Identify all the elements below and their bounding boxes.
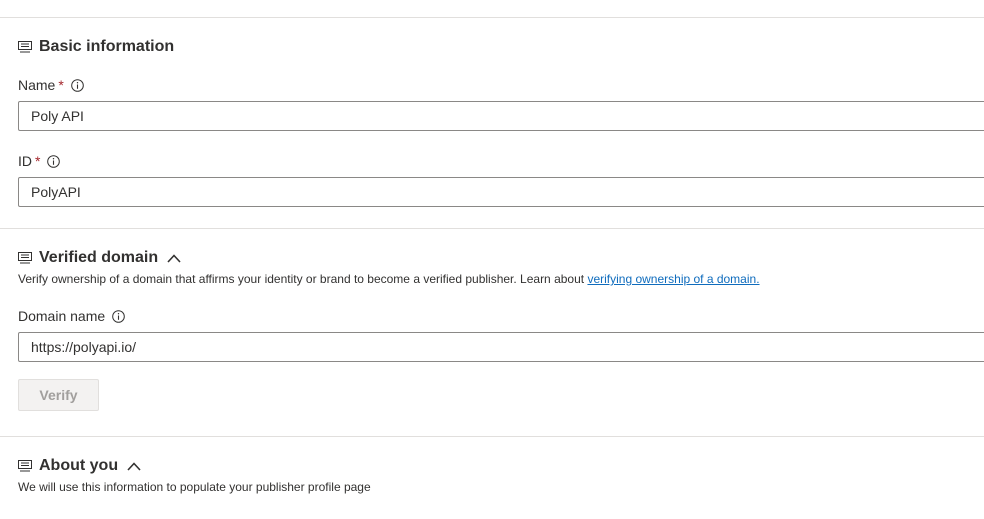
info-circle-icon[interactable] [47, 154, 61, 168]
domain-name-label-text: Domain name [18, 308, 106, 324]
basic-information-title: Basic information [39, 38, 175, 55]
verify-button[interactable]: Verify [18, 379, 99, 411]
verified-domain-header[interactable]: Verified domain [18, 249, 181, 267]
section-divider [0, 228, 984, 229]
chevron-up-icon[interactable] [127, 461, 141, 471]
id-label-text: ID [18, 153, 32, 169]
required-marker: * [58, 77, 64, 93]
section-divider [0, 17, 984, 18]
form-section-icon [18, 41, 32, 53]
about-you-header[interactable]: About you [18, 457, 141, 475]
form-section-icon [18, 460, 32, 472]
info-circle-icon[interactable] [112, 309, 125, 323]
info-circle-icon[interactable] [71, 78, 84, 92]
verified-domain-title: Verified domain [39, 249, 159, 266]
name-label: Name * [18, 77, 84, 93]
domain-name-label: Domain name [18, 308, 125, 324]
id-label: ID * [18, 153, 61, 169]
about-you-title: About you [39, 457, 119, 474]
section-divider [0, 436, 984, 437]
about-you-description: We will use this information to populate… [18, 480, 371, 494]
id-field[interactable] [18, 177, 984, 207]
domain-name-field[interactable] [18, 332, 984, 362]
name-label-text: Name [18, 77, 56, 93]
verify-ownership-link[interactable]: verifying ownership of a domain. [587, 272, 759, 286]
required-marker: * [35, 153, 41, 169]
verified-domain-description: Verify ownership of a domain that affirm… [18, 272, 760, 286]
basic-information-header: Basic information [18, 38, 174, 56]
chevron-up-icon[interactable] [167, 253, 181, 263]
verified-domain-description-text: Verify ownership of a domain that affirm… [18, 272, 588, 286]
name-field[interactable] [18, 101, 984, 131]
form-section-icon [18, 252, 32, 264]
